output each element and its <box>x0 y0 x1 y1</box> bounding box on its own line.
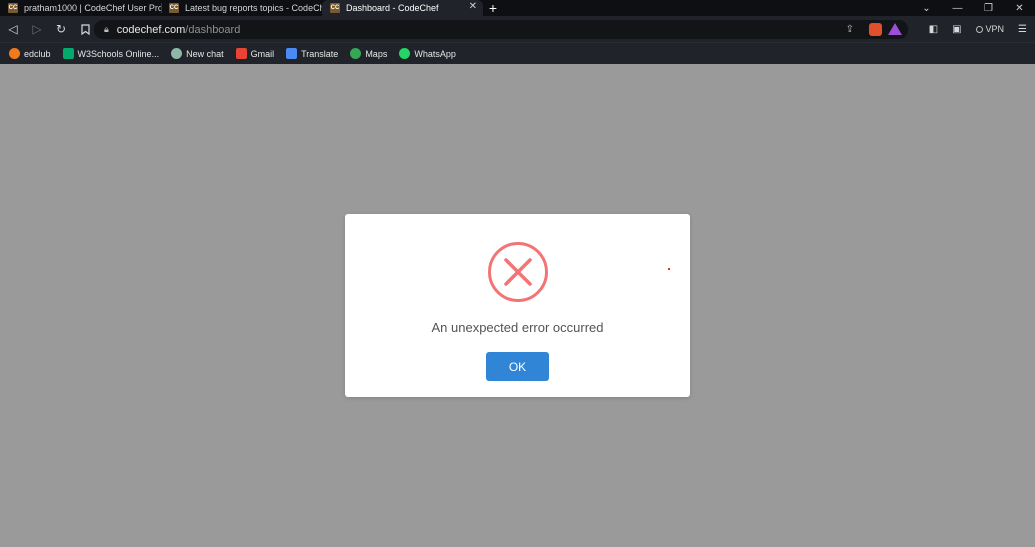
edclub-icon <box>9 48 20 59</box>
bookmark-translate[interactable]: Translate <box>286 48 338 59</box>
brave-rewards-icon[interactable] <box>888 23 902 35</box>
sidebar-icon[interactable]: ◧ <box>929 24 938 35</box>
minimize-button[interactable]: — <box>942 3 973 14</box>
bookmark-gmail[interactable]: Gmail <box>235 48 274 59</box>
translate-icon <box>286 48 298 59</box>
gmail-icon <box>235 48 247 59</box>
reload-button[interactable]: ↻ <box>50 18 72 40</box>
close-window-button[interactable]: ✕ <box>1004 3 1035 14</box>
window-controls: ⌄ — ❐ ✕ <box>911 0 1035 16</box>
url-text[interactable]: codechef.com/dashboard <box>117 24 241 36</box>
tab-search-icon[interactable]: ⌄ <box>911 3 942 14</box>
whatsapp-icon <box>399 48 411 59</box>
lock-icon[interactable]: 🔒︎ <box>104 24 109 35</box>
bookmark-edclub[interactable]: edclub <box>9 48 51 59</box>
new-tab-button[interactable]: + <box>483 0 503 16</box>
toolbar-right: ◧ ▣ VPN ☰ <box>929 16 1027 42</box>
restore-button[interactable]: ❐ <box>973 3 1004 14</box>
codechef-favicon-icon: CC <box>169 3 179 13</box>
error-dialog: An unexpected error occurred OK <box>345 214 690 397</box>
bookmark-maps[interactable]: Maps <box>350 48 387 59</box>
address-bar[interactable]: 🔒︎ codechef.com/dashboard ⇪ <box>94 20 908 39</box>
browser-toolbar: ◁ ▷ ↻ 🔒︎ codechef.com/dashboard ⇪ ◧ ▣ VP… <box>0 16 1035 42</box>
forward-button[interactable]: ▷ <box>26 18 48 40</box>
back-button[interactable]: ◁ <box>2 18 24 40</box>
vpn-status-icon <box>975 25 983 33</box>
bookmark-w3schools[interactable]: W3Schools Online... <box>62 48 159 59</box>
tab-profile[interactable]: CC pratham1000 | CodeChef User Profile f <box>0 0 161 16</box>
bookmark-icon[interactable] <box>74 18 96 40</box>
close-tab-icon[interactable]: ✕ <box>469 1 477 12</box>
error-message: An unexpected error occurred <box>431 320 604 335</box>
menu-icon[interactable]: ☰ <box>1018 24 1027 35</box>
brave-shields-icon[interactable] <box>869 23 882 36</box>
codechef-favicon-icon: CC <box>330 3 340 13</box>
w3schools-icon <box>62 48 74 59</box>
tab-dashboard[interactable]: CC Dashboard - CodeChef ✕ <box>322 0 483 16</box>
chatgpt-icon <box>171 48 183 59</box>
vpn-button[interactable]: VPN <box>975 24 1004 34</box>
tab-strip: CC pratham1000 | CodeChef User Profile f… <box>0 0 1035 16</box>
tab-title: pratham1000 | CodeChef User Profile f <box>24 3 161 13</box>
error-x-icon <box>488 242 548 302</box>
wallet-icon[interactable]: ▣ <box>952 24 961 35</box>
codechef-favicon-icon: CC <box>8 3 18 13</box>
bookmark-whatsapp[interactable]: WhatsApp <box>399 48 456 59</box>
bookmark-new-chat[interactable]: New chat <box>171 48 224 59</box>
tab-bug-reports[interactable]: CC Latest bug reports topics - CodeChef … <box>161 0 322 16</box>
tab-title: Dashboard - CodeChef <box>346 3 439 13</box>
maps-icon <box>350 48 362 59</box>
ok-button[interactable]: OK <box>486 352 549 381</box>
share-icon[interactable]: ⇪ <box>846 24 854 35</box>
bookmarks-bar: edclub W3Schools Online... New chat Gmai… <box>0 42 1035 64</box>
stray-dot <box>668 268 670 270</box>
tab-title: Latest bug reports topics - CodeChef D <box>185 3 322 13</box>
